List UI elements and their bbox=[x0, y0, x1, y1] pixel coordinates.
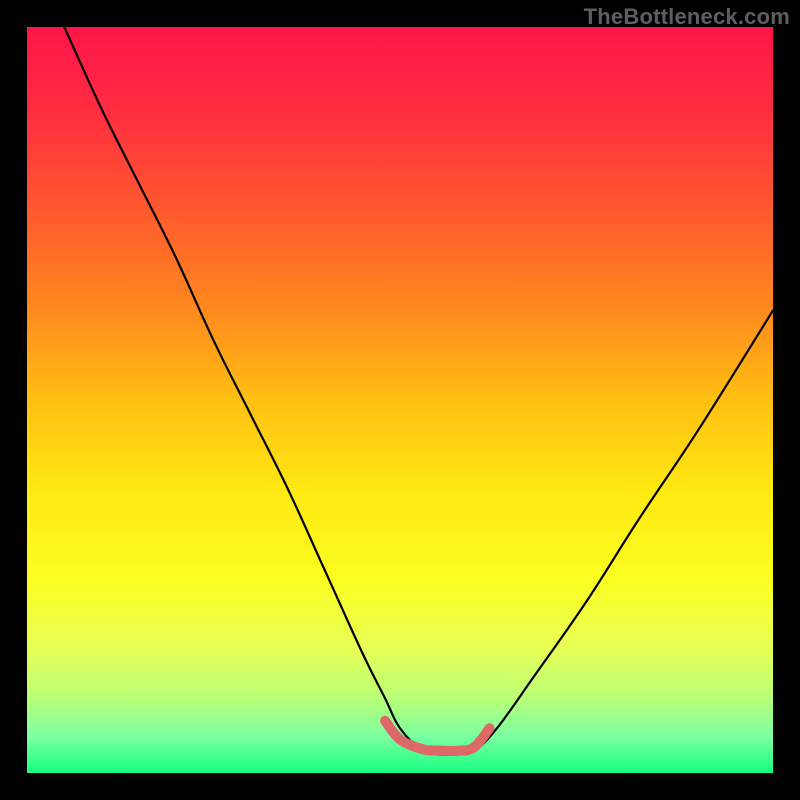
chart-frame: TheBottleneck.com bbox=[0, 0, 800, 800]
gradient-background bbox=[27, 27, 773, 773]
plot-area bbox=[27, 27, 773, 773]
watermark-text: TheBottleneck.com bbox=[584, 4, 790, 30]
bottleneck-plot bbox=[27, 27, 773, 773]
